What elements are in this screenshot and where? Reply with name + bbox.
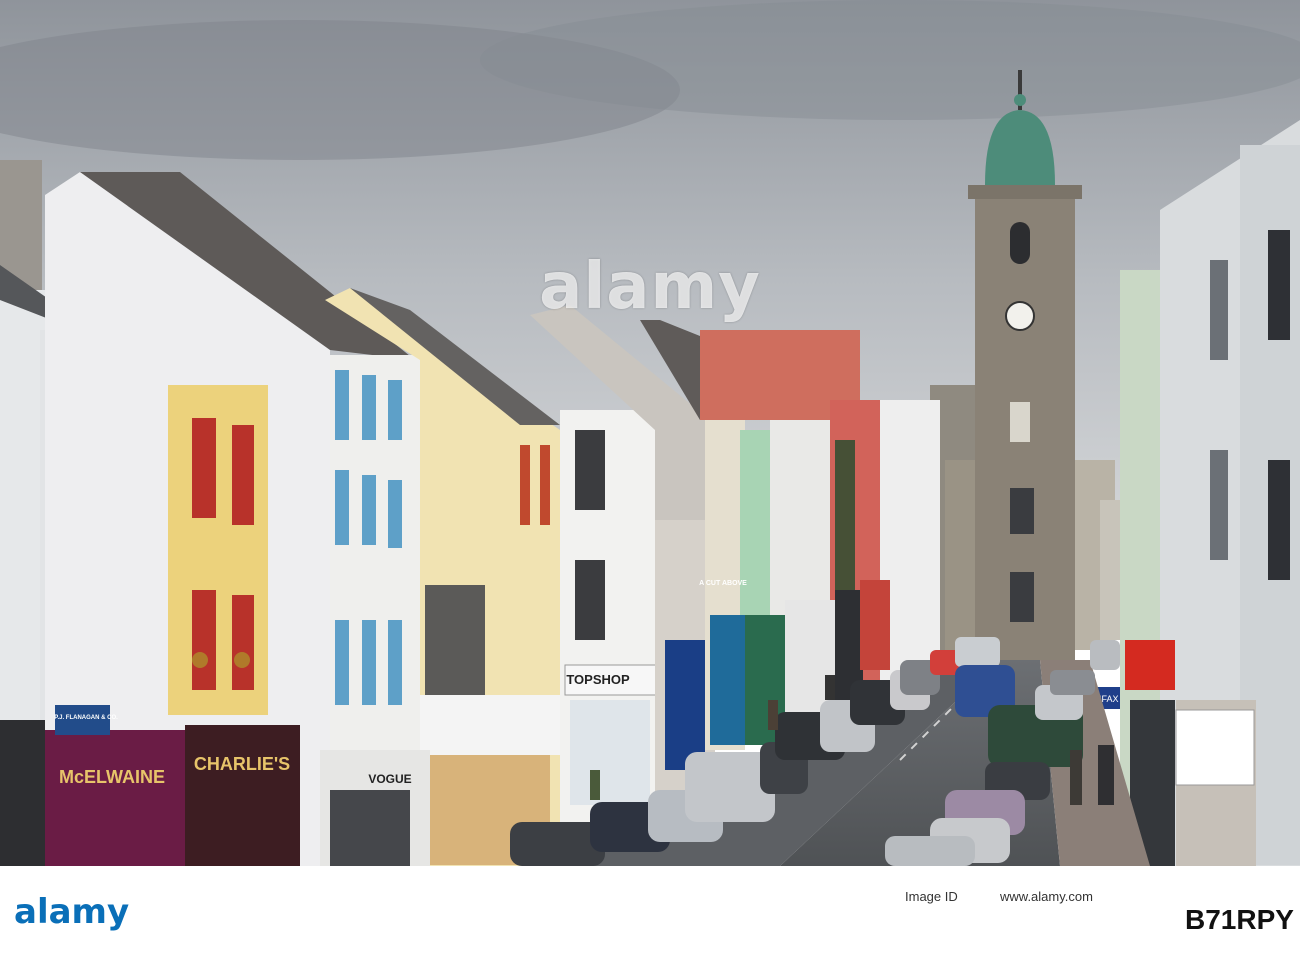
image-id-code: B71RPY — [1185, 904, 1294, 935]
site-url[interactable]: www.alamy.com — [1000, 889, 1093, 904]
street-photo: HALIFAX — [0, 0, 1300, 866]
flanagan-sign: P.J. FLANAGAN & CO. — [54, 715, 118, 721]
alamy-logo[interactable]: alamy — [14, 892, 129, 932]
image-id-label: Image ID — [905, 889, 958, 904]
footer-bar: alamy — [0, 866, 1300, 956]
charlies-sign: CHARLIE'S — [194, 754, 290, 774]
clock-face — [1005, 301, 1035, 331]
vogue-sign: VOGUE — [368, 772, 411, 786]
cut-above-sign: A CUT ABOVE — [699, 580, 747, 587]
santander-sign — [1125, 640, 1175, 690]
alamy-logo-text: alamy — [14, 892, 130, 932]
topshop-sign: TOPSHOP — [566, 672, 630, 687]
mcelwaine-sign: McELWAINE — [59, 767, 165, 787]
